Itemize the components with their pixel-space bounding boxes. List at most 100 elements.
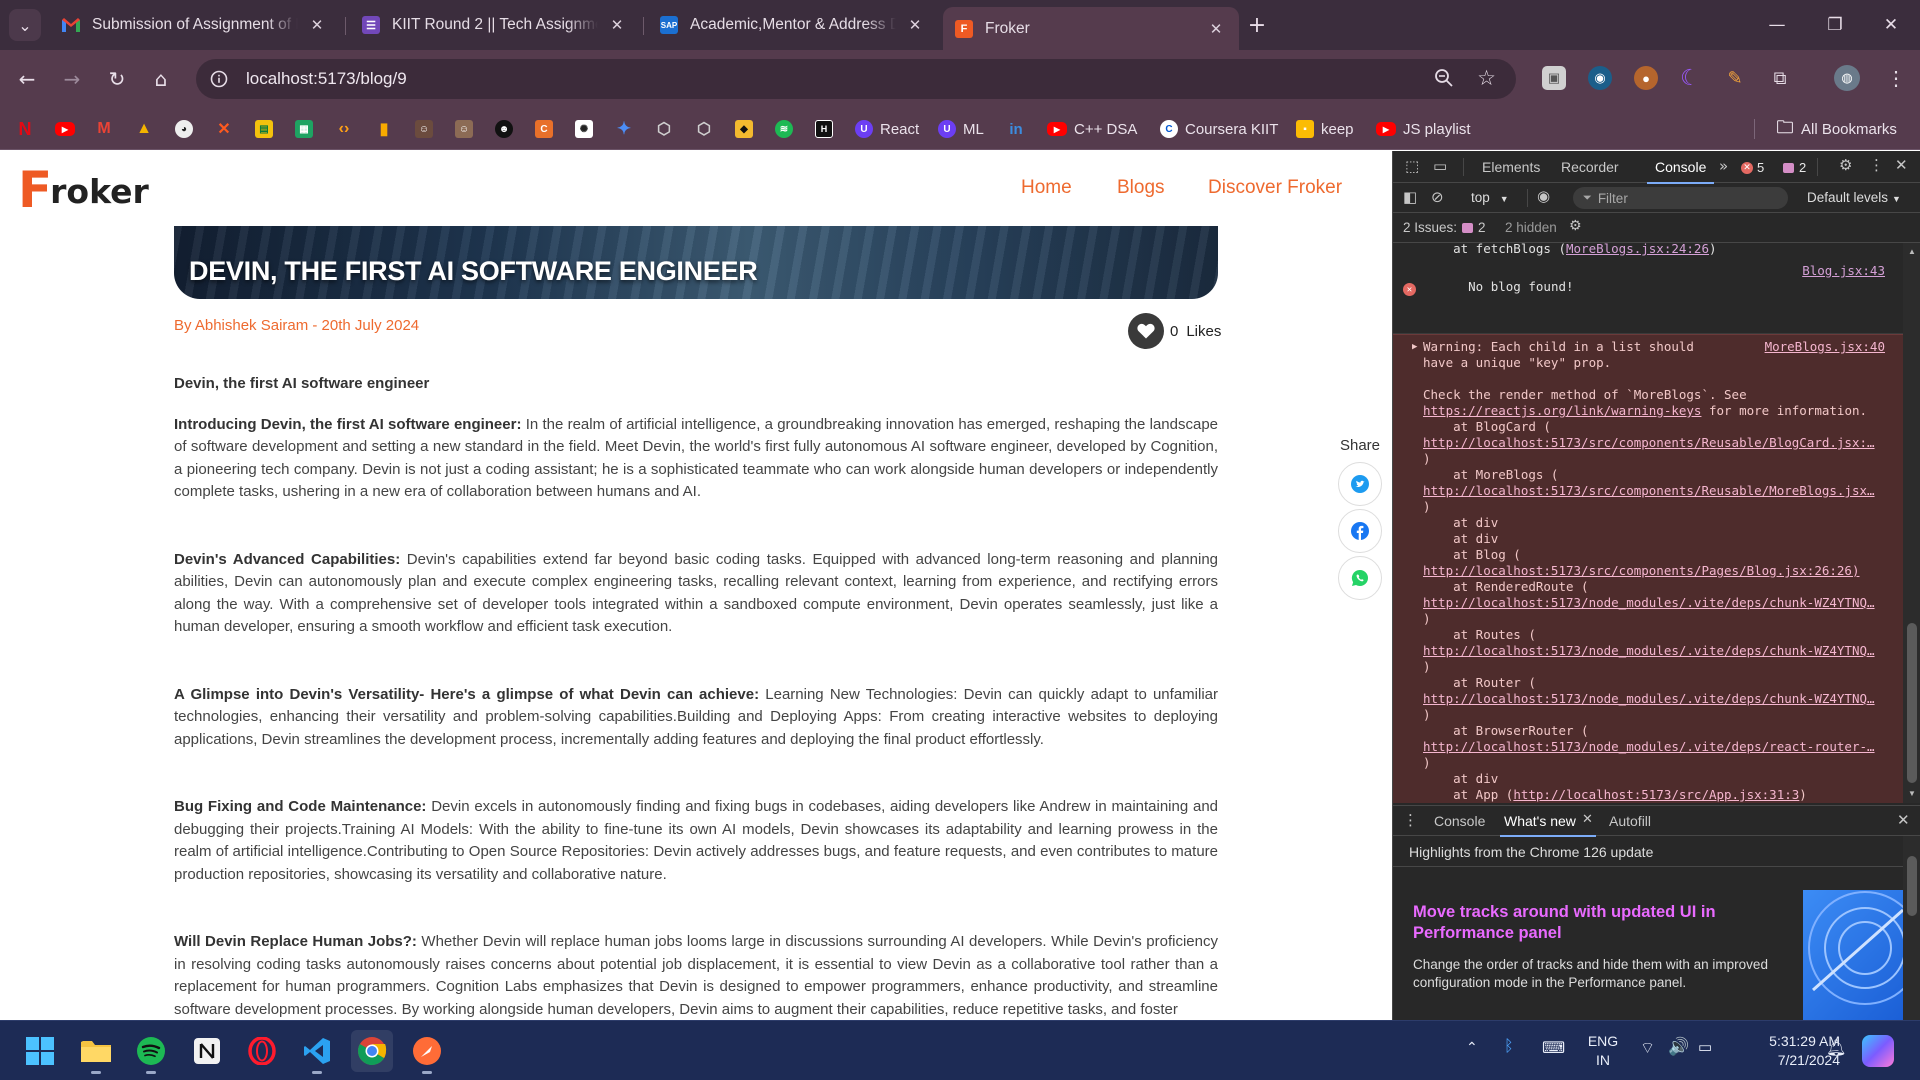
bookmark-code[interactable]: ‹›	[335, 118, 353, 140]
bookmark-sheets[interactable]: ▦	[295, 118, 313, 140]
share-twitter-button[interactable]	[1338, 462, 1382, 506]
bookmark-cpp-dsa[interactable]: ▶ C++ DSA	[1047, 118, 1137, 140]
bookmark-coursera[interactable]: C Coursera KIIT	[1160, 118, 1278, 140]
bookmark-star-icon[interactable]: ☆	[1477, 66, 1496, 90]
bookmark-photos[interactable]: ▤	[255, 118, 273, 140]
scrollbar-thumb[interactable]	[1907, 623, 1917, 783]
taskbar-file-explorer[interactable]	[75, 1030, 117, 1074]
source-link[interactable]: Blog.jsx:43	[1802, 263, 1885, 279]
share-whatsapp-button[interactable]	[1338, 556, 1382, 600]
issues-link[interactable]: 2	[1462, 220, 1486, 235]
close-icon[interactable]: ✕	[1205, 20, 1227, 38]
bookmark-hackerrank[interactable]: H	[815, 118, 833, 140]
wifi-icon[interactable]: ⌔	[1640, 1038, 1655, 1058]
bookmark-linkedin[interactable]: in	[1007, 118, 1025, 140]
menu-dots-icon[interactable]: ⋮	[1884, 66, 1908, 90]
bookmark-binance[interactable]: ◆	[735, 118, 753, 140]
close-icon[interactable]: ✕	[1582, 812, 1593, 827]
devtools-close-icon[interactable]: ✕	[1895, 156, 1908, 174]
new-tab-button[interactable]: +	[1241, 9, 1273, 41]
start-button[interactable]	[19, 1030, 61, 1072]
minimize-button[interactable]: —	[1748, 0, 1806, 50]
devtools-menu-icon[interactable]: ⋮	[1869, 156, 1884, 174]
log-levels-select[interactable]: Default levels ▼	[1807, 190, 1901, 205]
all-bookmarks-button[interactable]: 🗀 All Bookmarks	[1776, 118, 1897, 140]
stack-source-link[interactable]: http://localhost:5173/src/App.jsx:31:3	[1513, 787, 1799, 802]
back-button[interactable]: ←	[10, 62, 44, 96]
stack-source-link[interactable]: http://localhost:5173/node_modules/.vite…	[1423, 739, 1875, 754]
taskbar-opera[interactable]	[241, 1030, 283, 1072]
profile-avatar[interactable]: ◍	[1834, 65, 1860, 91]
extension-cookie-icon[interactable]: ●	[1634, 66, 1658, 90]
sidebar-toggle-icon[interactable]: ◧	[1403, 188, 1417, 206]
drawer-menu-icon[interactable]: ⋮	[1403, 811, 1418, 829]
bookmark-youtube[interactable]: ▶	[55, 118, 75, 140]
tab-gmail[interactable]: Submission of Assignment of Fr ✕	[50, 7, 340, 43]
home-button[interactable]: ⌂	[144, 62, 178, 96]
console-scrollbar[interactable]: ▲ ▼	[1903, 243, 1920, 803]
taskbar-postman[interactable]	[406, 1030, 448, 1074]
bookmark-react[interactable]: U React	[855, 118, 919, 140]
bookmark-x[interactable]: ✕	[215, 118, 233, 140]
tab-search-button[interactable]: ⌄	[9, 9, 41, 41]
close-icon[interactable]: ✕	[606, 16, 628, 34]
bookmark-chatgpt[interactable]: ✺	[575, 118, 593, 140]
tab-recorder[interactable]: Recorder	[1561, 159, 1619, 175]
share-facebook-button[interactable]	[1338, 509, 1382, 553]
tab-forms[interactable]: ☰ KIIT Round 2 || Tech Assignment ✕	[350, 7, 640, 43]
address-bar[interactable]: localhost:5173/blog/9 ☆	[196, 59, 1516, 99]
stack-source-link[interactable]: http://localhost:5173/src/components/Reu…	[1423, 435, 1875, 450]
tab-froker[interactable]: F Froker ✕	[943, 7, 1239, 50]
bookmark-avatar-a[interactable]: ☺	[415, 118, 433, 140]
battery-icon[interactable]: ▭	[1698, 1038, 1712, 1056]
volume-icon[interactable]: 🔊	[1668, 1037, 1689, 1057]
context-select[interactable]: top ▼	[1471, 190, 1509, 205]
taskbar-notion[interactable]	[186, 1030, 228, 1072]
stack-source-link[interactable]: http://localhost:5173/node_modules/.vite…	[1423, 595, 1875, 610]
bookmark-gemini[interactable]: ✦	[615, 118, 633, 140]
copilot-icon[interactable]	[1862, 1035, 1894, 1067]
stack-source-link[interactable]: http://localhost:5173/node_modules/.vite…	[1423, 691, 1875, 706]
bluetooth-icon[interactable]: ᛒ	[1504, 1038, 1514, 1056]
bookmark-analytics[interactable]: ▮	[375, 118, 393, 140]
bookmark-keep[interactable]: ▪ keep	[1296, 118, 1354, 140]
drawer-close-icon[interactable]: ✕	[1897, 811, 1910, 829]
bookmark-ml[interactable]: U ML	[938, 118, 984, 140]
warning-line[interactable]: ▶ Warning: Each child in a list should Mor…	[1393, 339, 1903, 355]
forward-button[interactable]: →	[55, 62, 89, 96]
stack-source-link[interactable]: http://localhost:5173/src/components/Pag…	[1423, 563, 1860, 578]
drawer-scrollbar[interactable]	[1903, 836, 1920, 1021]
extension-notes-icon[interactable]: ▣	[1542, 66, 1566, 90]
bookmark-gmail[interactable]: M	[95, 118, 113, 140]
keyboard-icon[interactable]: ⌨	[1542, 1038, 1565, 1058]
close-icon[interactable]: ✕	[306, 16, 328, 34]
extension-dev-icon[interactable]: ◉	[1588, 66, 1612, 90]
bookmark-hex-a[interactable]: ⬡	[655, 118, 673, 140]
notification-bell-icon[interactable]: 🔔︎	[1826, 1038, 1846, 1058]
device-toolbar-icon[interactable]: ▭	[1433, 157, 1447, 175]
nav-discover-froker[interactable]: Discover Froker	[1208, 177, 1342, 199]
froker-logo[interactable]: F roker	[18, 159, 149, 215]
bookmark-face[interactable]: ☻	[495, 118, 513, 140]
language-indicator[interactable]: ENG IN	[1584, 1032, 1622, 1070]
drawer-tab-autofill[interactable]: Autofill	[1609, 813, 1651, 829]
error-badge[interactable]: ✕ 5	[1741, 160, 1764, 175]
like-button[interactable]	[1128, 313, 1164, 349]
bookmark-avatar-b[interactable]: ☺	[455, 118, 473, 140]
filter-input[interactable]: ⏷ Filter	[1573, 187, 1788, 209]
show-hidden-icons[interactable]: ⌃	[1466, 1039, 1478, 1056]
nav-home[interactable]: Home	[1021, 177, 1072, 199]
nav-blogs[interactable]: Blogs	[1117, 177, 1165, 199]
settings-gear-icon[interactable]: ⚙	[1839, 156, 1852, 174]
taskbar-chrome[interactable]	[351, 1030, 393, 1072]
restore-button[interactable]: ❐	[1806, 0, 1864, 50]
reload-button[interactable]: ↻	[100, 62, 134, 96]
bookmark-spotify[interactable]: ≋	[775, 118, 793, 140]
tab-elements[interactable]: Elements	[1482, 159, 1540, 175]
scroll-down-arrow[interactable]: ▼	[1908, 789, 1916, 798]
bookmark-github[interactable]: ◕	[175, 118, 193, 140]
extension-pen-icon[interactable]: ✎	[1723, 66, 1747, 90]
stack-source-link[interactable]: http://localhost:5173/src/components/Reu…	[1423, 483, 1875, 498]
extensions-puzzle-icon[interactable]: ⧉	[1768, 66, 1792, 90]
bookmark-netflix[interactable]: N	[16, 118, 34, 140]
